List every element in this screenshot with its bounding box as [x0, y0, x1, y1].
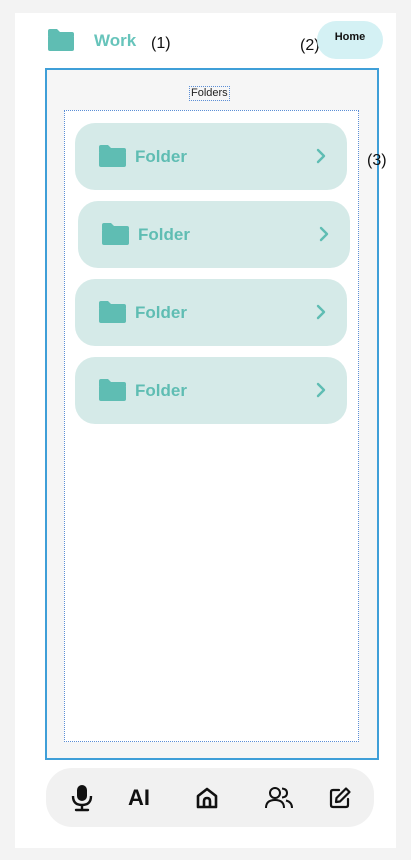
- home-icon: [196, 787, 218, 808]
- folder-icon: [99, 301, 126, 323]
- nav-ai[interactable]: AI: [122, 768, 156, 827]
- bottom-nav: AI: [46, 768, 374, 827]
- folder-label: Folder: [135, 303, 187, 322]
- folder-item[interactable]: Folder: [75, 357, 347, 424]
- page-title: Work: [94, 31, 137, 50]
- folder-icon: [102, 223, 129, 245]
- home-button[interactable]: Home: [317, 21, 383, 59]
- folder-icon: [48, 29, 74, 51]
- folder-item[interactable]: Folder: [78, 201, 350, 268]
- folder-icon: [99, 145, 126, 167]
- nav-microphone[interactable]: [68, 768, 96, 827]
- folder-label: Folder: [135, 381, 187, 400]
- annotation-label-1: (1): [151, 35, 171, 52]
- section-label: Folders: [189, 86, 230, 101]
- chevron-right-icon: [316, 304, 326, 320]
- chevron-right-icon: [319, 226, 329, 242]
- folder-icon: [99, 379, 126, 401]
- folder-label: Folder: [138, 225, 190, 244]
- microphone-icon: [71, 784, 93, 811]
- folder-label: Folder: [135, 147, 187, 166]
- nav-contacts[interactable]: [264, 768, 294, 827]
- folder-item[interactable]: Folder: [75, 279, 347, 346]
- nav-edit[interactable]: [326, 768, 354, 827]
- users-icon: [265, 786, 293, 808]
- nav-home[interactable]: [193, 768, 221, 827]
- chevron-right-icon: [316, 148, 326, 164]
- folder-item[interactable]: Folder: [75, 123, 347, 190]
- annotation-label-3: (3): [367, 152, 387, 169]
- edit-icon: [329, 786, 351, 808]
- chevron-right-icon: [316, 382, 326, 398]
